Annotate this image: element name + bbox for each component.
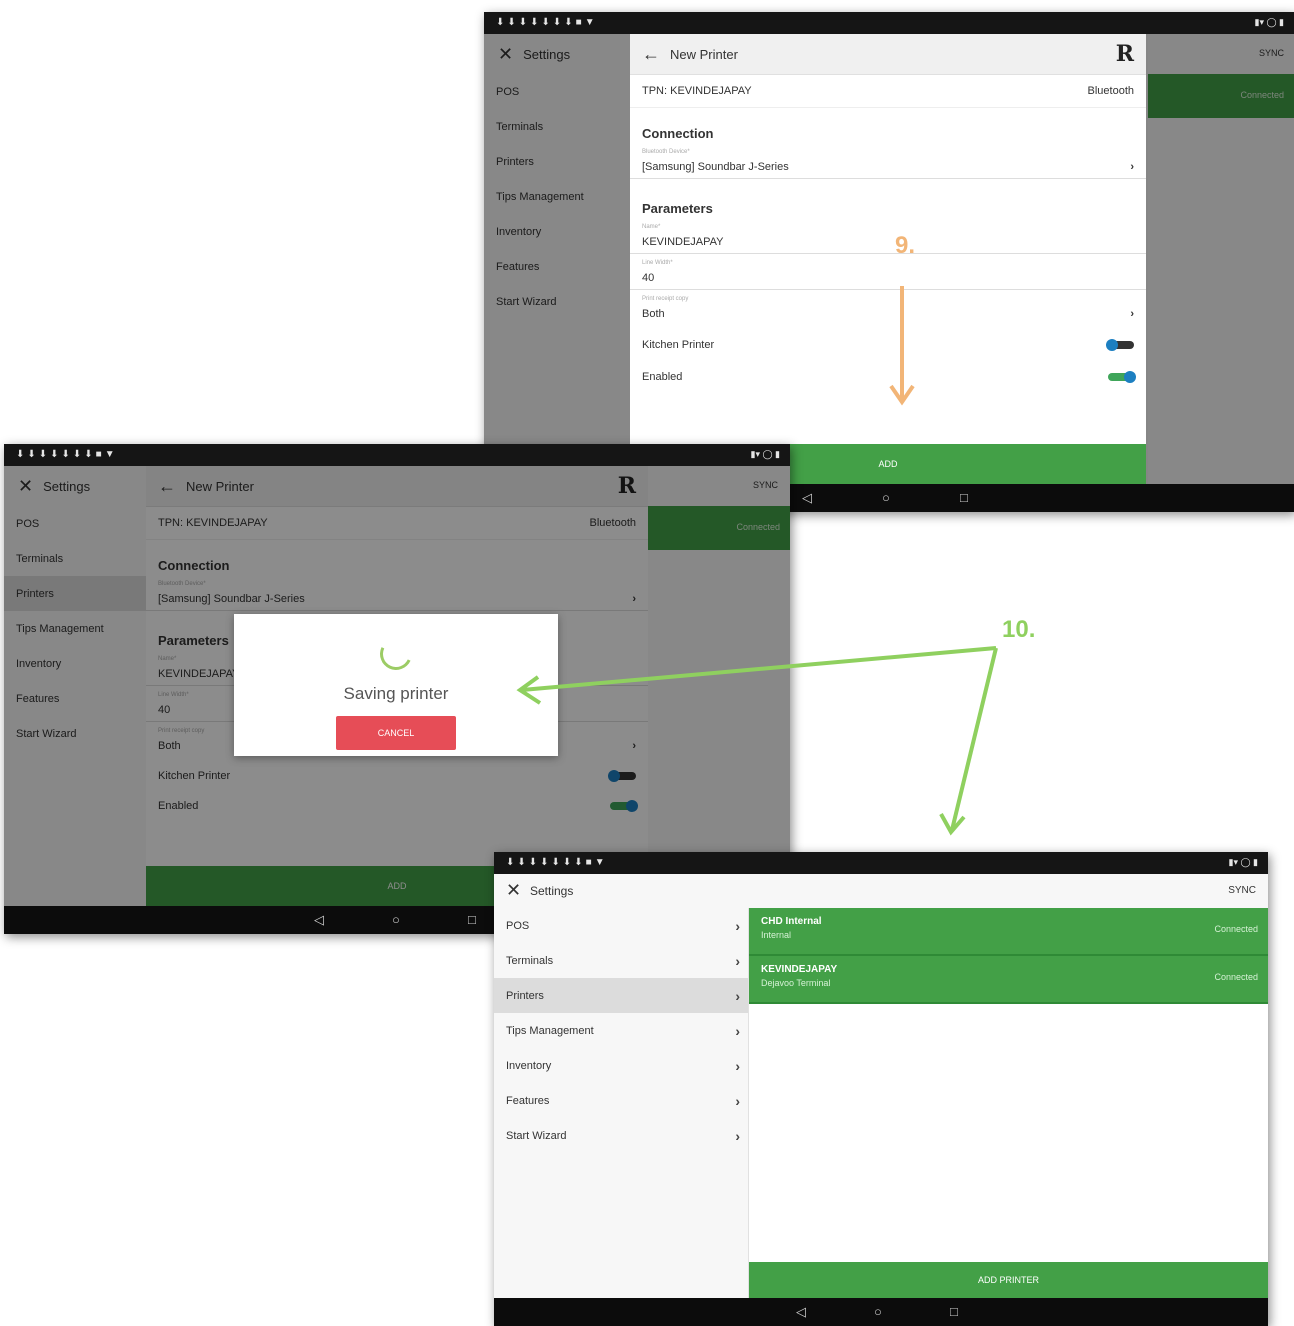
- panel-header: ← New Printer R: [630, 34, 1146, 75]
- chevron-right-icon: ›: [735, 1022, 740, 1039]
- recents-nav-icon[interactable]: □: [960, 490, 968, 505]
- sidebar-item-pos[interactable]: POS ›: [494, 908, 748, 943]
- brand-logo-icon: R: [1115, 41, 1134, 67]
- kitchen-printer-label: Kitchen Printer: [642, 339, 715, 351]
- sidebar-item-tips[interactable]: Tips Management ›: [494, 1013, 748, 1048]
- status-bar: ⬇⬇⬇⬇⬇⬇⬇■▼ ▮▾ ◯ ▮: [494, 852, 1268, 874]
- printer-type: Internal: [761, 930, 792, 940]
- field-value: [Samsung] Soundbar J-Series: [642, 161, 789, 173]
- settings-sidebar: POS › Terminals › Printers › Tips Managemen…: [494, 908, 749, 1298]
- home-nav-icon[interactable]: ○: [392, 912, 400, 927]
- sidebar-item-label: Tips Management: [506, 1024, 594, 1037]
- notification-icons: ⬇⬇⬇⬇⬇⬇⬇■▼: [496, 17, 598, 28]
- loading-spinner-icon: [375, 633, 417, 675]
- screen: ✕ Settings POS Terminals Printers Tips M…: [484, 34, 1294, 484]
- printer-name: CHD Internal: [761, 916, 822, 927]
- new-printer-panel: ← New Printer R TPN: KEVINDEJAPAY Blueto…: [630, 34, 1146, 484]
- sidebar-item-printers[interactable]: Printers ›: [494, 978, 748, 1013]
- enabled-row: Enabled: [630, 361, 1146, 393]
- print-mode-field[interactable]: Print receipt copy Both ›: [630, 294, 1146, 325]
- status-time-icons: ▮▾ ◯ ▮: [1228, 857, 1259, 867]
- notification-icons: ⬇⬇⬇⬇⬇⬇⬇■▼: [506, 857, 608, 868]
- line-width-field[interactable]: Line Width* 40: [630, 258, 1146, 290]
- connection-section-title: Connection: [642, 126, 714, 141]
- status-time-icons: ▮▾ ◯ ▮: [1254, 17, 1285, 27]
- sidebar-item-terminals[interactable]: Terminals ›: [494, 943, 748, 978]
- enabled-label: Enabled: [642, 371, 683, 383]
- status-time-icons: ▮▾ ◯ ▮: [750, 449, 781, 459]
- close-icon[interactable]: ✕: [506, 880, 521, 901]
- back-nav-icon[interactable]: ◁: [802, 490, 812, 506]
- printer-card[interactable]: CHD Internal Internal Connected: [749, 908, 1268, 956]
- sidebar-item-inventory[interactable]: Inventory ›: [494, 1048, 748, 1083]
- printer-type: Dejavoo Terminal: [761, 978, 831, 988]
- saving-text: Saving printer: [343, 684, 449, 703]
- saving-dialog: Saving printer CANCEL: [234, 614, 558, 756]
- field-value: 40: [642, 272, 655, 284]
- chevron-right-icon: ›: [735, 1127, 740, 1144]
- sidebar-item-features[interactable]: Features ›: [494, 1083, 748, 1118]
- tpn-label: TPN: KEVINDEJAPAY: [642, 85, 752, 97]
- sidebar-item-label: Terminals: [506, 954, 554, 967]
- add-printer-button[interactable]: ADD PRINTER: [749, 1262, 1268, 1298]
- notification-icons: ⬇⬇⬇⬇⬇⬇⬇■▼: [16, 449, 118, 460]
- field-label: Name*: [642, 224, 661, 230]
- screenshot-printer-list: ⬇⬇⬇⬇⬇⬇⬇■▼ ▮▾ ◯ ▮ ✕ Settings SYNC POS › Te…: [494, 852, 1268, 1326]
- back-nav-icon[interactable]: ◁: [796, 1304, 806, 1320]
- sidebar-item-label: POS: [506, 919, 530, 932]
- recents-nav-icon[interactable]: □: [950, 1304, 958, 1319]
- screenshot-new-printer: ⬇⬇⬇⬇⬇⬇⬇■▼ ▮▾ ◯ ▮ ✕ Settings POS Terminal…: [484, 12, 1294, 512]
- sidebar-item-start-wizard[interactable]: Start Wizard ›: [494, 1118, 748, 1153]
- printer-status: Connected: [1214, 924, 1258, 934]
- name-field[interactable]: Name* KEVINDEJAPAY: [630, 222, 1146, 254]
- field-value: KEVINDEJAPAY: [642, 236, 724, 248]
- step-10-label: 10.: [1002, 616, 1036, 643]
- back-nav-icon[interactable]: ◁: [314, 912, 324, 928]
- sidebar-item-label: Start Wizard: [506, 1129, 567, 1142]
- screen: ✕ Settings SYNC POS › Terminals › Printers…: [494, 874, 1268, 1298]
- home-nav-icon[interactable]: ○: [874, 1304, 882, 1319]
- bluetooth-device-field[interactable]: Bluetooth Device* [Samsung] Soundbar J-S…: [630, 147, 1146, 179]
- arrow-left-icon[interactable]: ←: [642, 44, 660, 65]
- panel-title: New Printer: [670, 46, 738, 62]
- sync-button[interactable]: SYNC: [1228, 885, 1256, 896]
- chevron-right-icon: ›: [735, 987, 740, 1004]
- chevron-right-icon: ›: [735, 1057, 740, 1074]
- status-bar: ⬇⬇⬇⬇⬇⬇⬇■▼ ▮▾ ◯ ▮: [484, 12, 1294, 34]
- status-bar: ⬇⬇⬇⬇⬇⬇⬇■▼ ▮▾ ◯ ▮: [4, 444, 790, 466]
- tpn-row: TPN: KEVINDEJAPAY Bluetooth: [630, 75, 1146, 108]
- chevron-right-icon: ›: [735, 917, 740, 934]
- parameters-section-title: Parameters: [642, 201, 713, 216]
- settings-topbar: ✕ Settings SYNC: [494, 874, 1268, 908]
- sidebar-item-label: Features: [506, 1094, 550, 1107]
- kitchen-printer-toggle[interactable]: [1106, 339, 1134, 351]
- enabled-toggle[interactable]: [1108, 371, 1136, 383]
- chevron-right-icon: ›: [735, 952, 740, 969]
- kitchen-printer-row: Kitchen Printer: [630, 329, 1146, 361]
- home-nav-icon[interactable]: ○: [882, 490, 890, 505]
- connection-type: Bluetooth: [1087, 85, 1134, 97]
- android-nav-bar: ◁ ○ □: [494, 1298, 1268, 1326]
- printer-name: KEVINDEJAPAY: [761, 964, 838, 975]
- field-label: Print receipt copy: [642, 296, 689, 302]
- step-9-label: 9.: [895, 232, 916, 259]
- field-label: Bluetooth Device*: [642, 149, 690, 155]
- screen: ✕ Settings POS Terminals Printers Tips M…: [4, 466, 790, 906]
- printer-status: Connected: [1214, 972, 1258, 982]
- chevron-right-icon: ›: [1130, 161, 1134, 173]
- field-value: Both: [642, 308, 665, 320]
- recents-nav-icon[interactable]: □: [468, 912, 476, 927]
- printer-card[interactable]: KEVINDEJAPAY Dejavoo Terminal Connected: [749, 956, 1268, 1004]
- sidebar-item-label: Printers: [506, 989, 544, 1002]
- field-label: Line Width*: [642, 260, 673, 266]
- chevron-right-icon: ›: [1130, 308, 1134, 320]
- chevron-right-icon: ›: [735, 1092, 740, 1109]
- printer-list-panel: CHD Internal Internal Connected KEVINDEJ…: [749, 908, 1268, 1298]
- settings-title: Settings: [530, 884, 574, 898]
- cancel-button[interactable]: CANCEL: [336, 716, 456, 750]
- sidebar-item-label: Inventory: [506, 1059, 552, 1072]
